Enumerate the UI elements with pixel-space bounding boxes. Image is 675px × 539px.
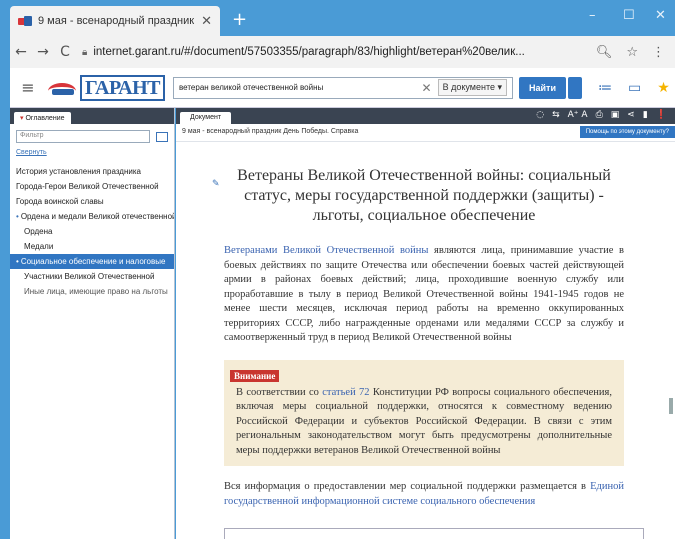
url-text: internet.garant.ru/#/document/57503355/p… (93, 46, 525, 58)
breadcrumb-text: 9 мая - всенародный праздник День Победы… (182, 128, 359, 135)
save-icon[interactable]: ▣ (611, 110, 620, 120)
contents-panel: ▾ Оглавление Фильтр Свернуть История уст… (10, 108, 175, 539)
intro-paragraph-text: являются лица, принимавшие участие в бое… (224, 245, 624, 343)
document-title: Ветераны Великой Отечественной войны: со… (237, 167, 611, 224)
tab-title: 9 мая - всенародный праздник (38, 15, 195, 27)
toc-item-selected[interactable]: • Социальное обеспечение и налоговые (10, 254, 174, 269)
document-toolbar: ◌ ⇆ A⁺ A ⎙ ▣ ⋖ ▮ ❗ (536, 110, 667, 120)
toc-subitem[interactable]: Медали (10, 239, 174, 254)
info-paragraph: Вся информация о предоставлении мер соци… (224, 480, 624, 509)
toc-item-label: Ордена (24, 227, 53, 236)
filter-row: Фильтр (16, 130, 168, 143)
toc-item[interactable]: История установления праздника (10, 164, 174, 179)
tab-contents-label: Оглавление (25, 115, 65, 122)
font-size-icon[interactable]: A⁺ A (568, 110, 588, 120)
collapse-link[interactable]: Свернуть (16, 149, 174, 156)
browser-titlebar: 9 мая - всенародный праздник ✕ + – ☐ ✕ (0, 0, 675, 36)
search-value: ветеран великой отечественной войны (179, 83, 324, 92)
toc-item-label: Ордена и медали Великой отечественной (20, 212, 174, 221)
garant-header: ≡ ГАРАНТ ветеран великой отечественной в… (10, 68, 675, 108)
toc-item[interactable]: Города-Герои Великой Отечественной (10, 179, 174, 194)
print-icon[interactable]: ⎙ (596, 110, 603, 120)
browser-navbar: ← → C 🔒︎ internet.garant.ru/#/document/5… (10, 36, 675, 68)
toc-subitem[interactable]: Иные лица, имеющие право на льготы (10, 284, 174, 299)
zoom-icon[interactable]: 🔍︎ (596, 45, 613, 60)
briefcase-icon[interactable]: ▭ (628, 80, 641, 96)
tab-close-icon[interactable]: ✕ (201, 13, 212, 29)
info-paragraph-text: Вся информация о предоставлении мер соци… (224, 481, 591, 492)
find-button[interactable]: Найти (519, 76, 566, 99)
attention-block: Внимание В соответствии со статьей 72 Ко… (224, 359, 624, 466)
toc-item-label: Медали (24, 242, 54, 251)
filter-toggle-button[interactable] (156, 131, 168, 142)
maximize-icon[interactable]: ☐ (623, 8, 635, 23)
share-icon[interactable]: ⋖ (627, 110, 635, 120)
attention-badge: Внимание (230, 369, 280, 382)
document-tabbar: Документ ◌ ⇆ A⁺ A ⎙ ▣ ⋖ ▮ ❗ (176, 108, 675, 124)
new-tab-button[interactable]: + (232, 9, 247, 30)
browser-tab[interactable]: 9 мая - всенародный праздник ✕ (10, 6, 220, 36)
clear-search-icon[interactable]: ✕ (416, 81, 438, 95)
garant-logo-mark-icon (46, 77, 80, 99)
back-icon[interactable]: ← (10, 44, 32, 60)
expand-bullet-icon: • (16, 212, 19, 221)
hamburger-menu-icon[interactable]: ≡ (10, 78, 46, 97)
toc-subitem[interactable]: Ордена (10, 224, 174, 239)
tab-document[interactable]: Документ (180, 112, 232, 124)
garant-logo-text: ГАРАНТ (80, 74, 165, 101)
ask-help-button[interactable]: Помощь по этому документу? (579, 126, 675, 138)
contents-tabbar: ▾ Оглавление (10, 108, 174, 124)
breadcrumb: 9 мая - всенародный праздник День Победы… (176, 124, 675, 142)
edit-marker-icon: ✎ (212, 178, 220, 188)
hint-bulb-icon[interactable]: ◌ (536, 110, 544, 120)
minimize-icon[interactable]: – (589, 8, 596, 23)
garant-favicon-icon (18, 16, 32, 26)
veterans-link[interactable]: Ветеранами Великой Отечественной войны (224, 245, 428, 256)
toc-item-label: Участники Великой Отечественной (24, 272, 155, 281)
compare-icon[interactable]: ⇆ (552, 110, 560, 120)
search-scope-select[interactable]: В документе ▾ (437, 79, 507, 96)
intro-paragraph: Ветеранами Великой Отечественной войны я… (224, 244, 624, 346)
browser-menu-icon[interactable]: ⋮ (652, 45, 665, 60)
find-options-button[interactable] (567, 76, 582, 99)
toc-item-label: Города-Герои Великой Отечественной (16, 182, 159, 191)
toc-item-label: Социальное обеспечение и налоговые (20, 257, 166, 266)
document-area: Документ ◌ ⇆ A⁺ A ⎙ ▣ ⋖ ▮ ❗ 9 мая - всен… (176, 108, 675, 539)
bookmark-icon[interactable]: ▮ (643, 110, 648, 120)
document-body: ✎ Ветераны Великой Отечественной войны: … (176, 142, 675, 509)
tab-contents[interactable]: ▾ Оглавление (14, 112, 71, 124)
toc-item-label: Города воинской славы (16, 197, 104, 206)
forward-icon[interactable]: → (32, 44, 54, 60)
garant-logo[interactable]: ГАРАНТ (46, 74, 165, 102)
info-icon[interactable]: ❗ (656, 110, 667, 120)
article-72-link[interactable]: статьей 72 (322, 387, 369, 398)
scrollbar-handle[interactable] (669, 398, 673, 414)
address-bar[interactable]: 🔒︎ internet.garant.ru/#/document/5750335… (76, 46, 596, 58)
filter-input[interactable]: Фильтр (16, 130, 150, 143)
toc-item[interactable]: • Ордена и медали Великой отечественной (10, 209, 174, 224)
expand-bullet-icon: • (16, 257, 19, 266)
attention-text-before: В соответствии со (236, 386, 323, 398)
search-input[interactable]: ветеран великой отечественной войны ✕ В … (173, 76, 513, 99)
reload-icon[interactable]: C (54, 44, 76, 60)
attention-text: В соответствии со статьей 72 Конституции… (230, 384, 618, 459)
toc-item-label: Иные лица, имеющие право на льготы (24, 287, 168, 296)
lock-icon: 🔒︎ (82, 46, 88, 58)
favorites-star-icon[interactable]: ★ (657, 80, 670, 96)
bookmark-star-icon[interactable]: ☆ (626, 45, 638, 60)
toc-item[interactable]: Города воинской славы (10, 194, 174, 209)
next-block-frame (224, 528, 644, 539)
close-window-icon[interactable]: ✕ (655, 8, 666, 23)
toc-subitem[interactable]: Участники Великой Отечественной (10, 269, 174, 284)
list-icon[interactable]: ≔ (598, 80, 612, 96)
toc-item-label: История установления праздника (16, 167, 141, 176)
